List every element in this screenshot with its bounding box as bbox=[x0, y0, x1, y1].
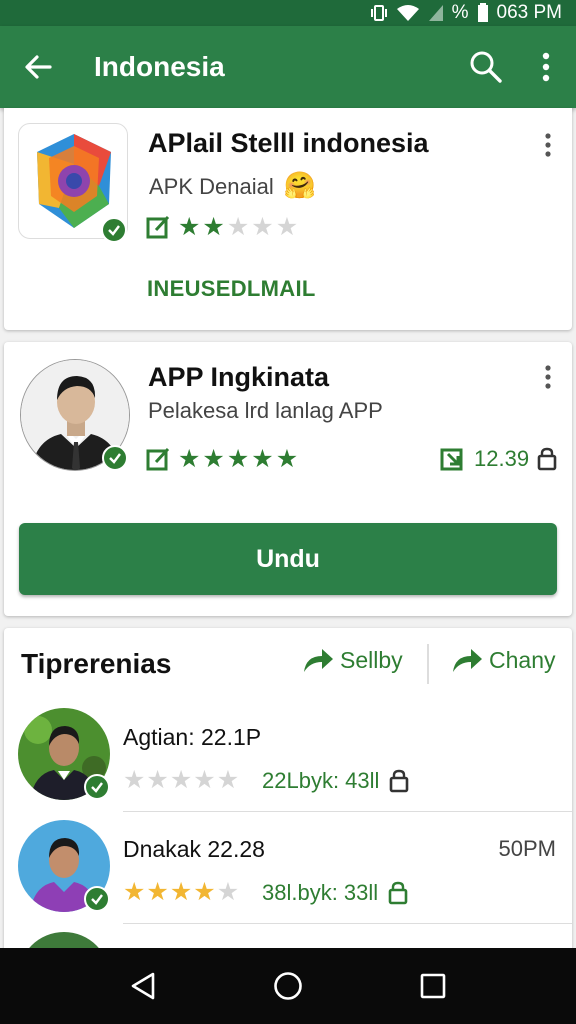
wifi-icon bbox=[396, 4, 420, 22]
nav-recents-button[interactable] bbox=[403, 956, 463, 1016]
review-meta-text: 22Lbyk: 43ll bbox=[262, 768, 380, 793]
review-meta-text: 38l.byk: 33ll bbox=[262, 880, 379, 905]
star-icon: ★ bbox=[146, 766, 169, 794]
star-icon: ★ bbox=[226, 212, 250, 241]
star-icon: ★ bbox=[216, 878, 240, 906]
star-icon: ★ bbox=[178, 212, 201, 241]
star-icon: ★ bbox=[275, 212, 299, 241]
overflow-menu-button[interactable] bbox=[516, 26, 576, 108]
reviewer-name: Dnakak 22.28 bbox=[123, 836, 265, 862]
more-vertical-icon bbox=[545, 133, 551, 157]
search-icon bbox=[470, 51, 502, 83]
reviews-section-title: Tiprerenias bbox=[21, 648, 172, 679]
app-bar: Indonesia bbox=[0, 26, 576, 108]
featured-app-card[interactable]: APlail Stelll indonesia APK Denaial 🤗 ★ ★… bbox=[4, 108, 572, 330]
star-icon: ★ bbox=[123, 766, 146, 794]
review-item[interactable]: Dnakak 22.28 50PM ★ ★ ★ ★ ★ 38l.byk: 33ll bbox=[4, 812, 572, 924]
download-button[interactable]: Undu bbox=[19, 523, 557, 595]
verified-badge bbox=[101, 217, 127, 243]
battery-label: % bbox=[451, 2, 469, 23]
star-icon: ★ bbox=[216, 766, 240, 794]
lock-icon bbox=[537, 447, 557, 471]
share-arrow-icon bbox=[453, 649, 482, 672]
developer-app-name[interactable]: APP Ingkinata bbox=[148, 362, 329, 393]
check-icon bbox=[91, 782, 103, 793]
check-icon bbox=[109, 453, 121, 464]
edit-icon bbox=[146, 447, 170, 471]
download-size-icon bbox=[440, 448, 463, 471]
featured-app-name[interactable]: APlail Stelll indonesia bbox=[148, 128, 429, 159]
page-title: Indonesia bbox=[94, 51, 225, 82]
featured-app-more-button[interactable] bbox=[536, 128, 560, 162]
reviews-card: Tiprerenias Sellby Chany Agtian: 22.1P ★… bbox=[4, 628, 572, 958]
developer-app-more-button[interactable] bbox=[536, 360, 560, 394]
sellby-button[interactable]: Sellby bbox=[302, 646, 403, 674]
system-navigation-bar bbox=[0, 948, 576, 1024]
edit-icon bbox=[146, 215, 170, 239]
reviewer-name: Agtian: 22.1P bbox=[123, 724, 262, 750]
signal-icon bbox=[428, 4, 444, 22]
featured-app-subtitle-text: APK Denaial bbox=[149, 174, 274, 199]
sellby-label: Sellby bbox=[340, 646, 403, 673]
more-vertical-icon bbox=[542, 52, 550, 82]
star-icon: ★ bbox=[193, 878, 216, 906]
check-icon bbox=[91, 894, 103, 905]
featured-app-rating: ★ ★ ★ ★ ★ bbox=[146, 214, 298, 240]
star-icon: ★ bbox=[251, 212, 274, 241]
star-icon: ★ bbox=[202, 444, 225, 473]
developer-app-subtitle: Pelakesa lrd lanlag APP bbox=[148, 398, 383, 423]
star-icon: ★ bbox=[251, 444, 274, 473]
verified-badge bbox=[102, 445, 128, 471]
featured-app-link[interactable]: INEUSEDLMAIL bbox=[147, 276, 316, 302]
chany-label: Chany bbox=[489, 646, 556, 673]
featured-app-subtitle: APK Denaial 🤗 bbox=[149, 170, 316, 201]
nav-home-button[interactable] bbox=[258, 956, 318, 1016]
back-arrow-icon bbox=[25, 55, 52, 79]
more-vertical-icon bbox=[545, 365, 551, 389]
lock-icon bbox=[390, 769, 409, 793]
battery-icon bbox=[477, 3, 489, 23]
review-star-rating: ★ ★ ★ ★ ★ bbox=[123, 768, 239, 793]
star-icon: ★ bbox=[146, 878, 169, 906]
star-icon: ★ bbox=[169, 878, 193, 906]
lock-icon bbox=[388, 881, 408, 905]
app-size-value: 12.39 bbox=[474, 446, 530, 471]
chany-button[interactable]: Chany bbox=[451, 646, 555, 674]
developer-app-card[interactable]: APP Ingkinata Pelakesa lrd lanlag APP ★ ★… bbox=[4, 342, 572, 616]
triangle-back-icon bbox=[131, 972, 154, 1000]
verified-badge bbox=[84, 886, 110, 912]
review-star-rating: ★ ★ ★ ★ ★ bbox=[123, 880, 239, 905]
developer-app-rating: ★ ★ ★ ★ ★ bbox=[146, 446, 298, 472]
share-arrow-icon bbox=[304, 649, 333, 672]
check-icon bbox=[108, 225, 120, 236]
review-meta: 22Lbyk: 43ll bbox=[262, 768, 409, 794]
star-icon: ★ bbox=[202, 212, 225, 241]
star-icon: ★ bbox=[275, 444, 299, 473]
status-bar: % 063 PM bbox=[0, 0, 576, 26]
square-recents-icon bbox=[421, 973, 446, 999]
circle-home-icon bbox=[274, 972, 302, 1000]
review-time: 50PM bbox=[498, 836, 556, 861]
app-size: 12.39 bbox=[440, 446, 557, 472]
nav-back-button[interactable] bbox=[113, 956, 173, 1016]
review-item[interactable]: Agtian: 22.1P ★ ★ ★ ★ ★ 22Lbyk: 43ll bbox=[4, 700, 572, 812]
back-button[interactable] bbox=[0, 26, 76, 108]
star-icon: ★ bbox=[178, 444, 201, 473]
verified-badge bbox=[84, 774, 110, 800]
star-rating: ★ ★ ★ ★ ★ bbox=[178, 212, 299, 241]
star-icon: ★ bbox=[226, 444, 250, 473]
review-meta: 38l.byk: 33ll bbox=[262, 880, 408, 906]
star-icon: ★ bbox=[123, 878, 146, 906]
hugging-face-emoji: 🤗 bbox=[283, 170, 317, 200]
status-time: 063 PM bbox=[496, 2, 562, 23]
star-icon: ★ bbox=[169, 766, 193, 794]
search-button[interactable] bbox=[456, 26, 516, 108]
action-divider bbox=[427, 644, 429, 684]
star-icon: ★ bbox=[193, 766, 216, 794]
star-rating: ★ ★ ★ ★ ★ bbox=[178, 444, 299, 473]
vibrate-icon bbox=[370, 4, 388, 22]
